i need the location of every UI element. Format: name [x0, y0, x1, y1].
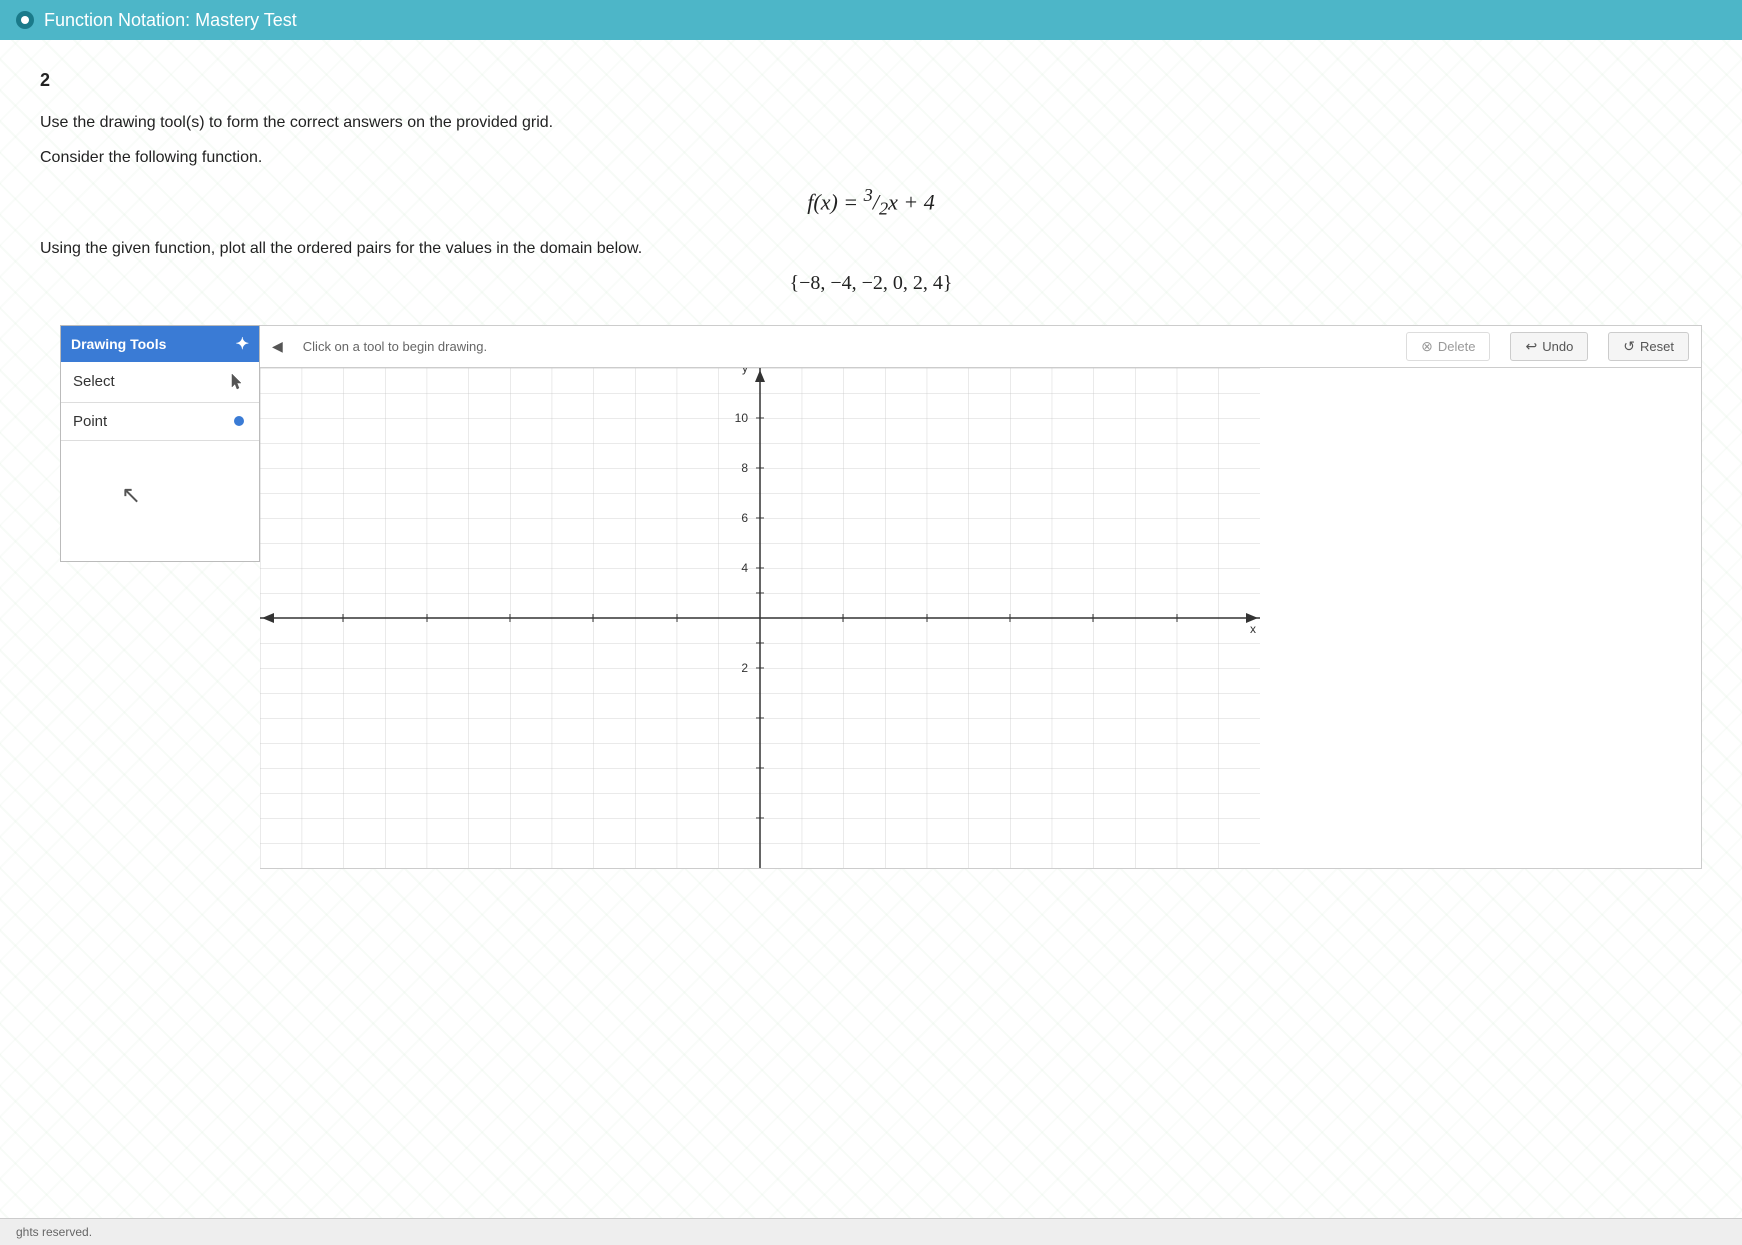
- drawing-tools-header: Drawing Tools ✦: [61, 326, 259, 362]
- svg-text:4: 4: [741, 561, 748, 575]
- undo-button[interactable]: ↩ Undo: [1510, 332, 1588, 361]
- delete-icon: ⊗: [1421, 338, 1433, 355]
- main-content: 2 Use the drawing tool(s) to form the co…: [0, 40, 1742, 1240]
- question-number: 2: [40, 70, 1702, 91]
- select-tool-icon: [227, 372, 247, 392]
- svg-text:8: 8: [741, 461, 748, 475]
- using-text: Using the given function, plot all the o…: [40, 240, 1702, 258]
- toolbar-hint: Click on a tool to begin drawing.: [303, 339, 1386, 354]
- reset-icon: ↺: [1623, 338, 1635, 355]
- formula-display: f(x) = 3/2x + 4: [40, 185, 1702, 220]
- drawing-tools-label: Drawing Tools: [71, 336, 166, 352]
- svg-text:x: x: [1250, 622, 1256, 636]
- grid-section: ◀ Click on a tool to begin drawing. ⊗ De…: [260, 325, 1702, 869]
- point-tool-label: Point: [73, 413, 107, 430]
- drawing-tools-panel: Drawing Tools ✦ Select Point: [60, 325, 260, 562]
- top-bar: Function Notation: Mastery Test: [0, 0, 1742, 40]
- grid-toolbar: ◀ Click on a tool to begin drawing. ⊗ De…: [260, 325, 1702, 367]
- delete-button[interactable]: ⊗ Delete: [1406, 332, 1490, 361]
- cursor-area: ↖: [61, 441, 259, 561]
- svg-text:y: y: [742, 368, 748, 375]
- undo-icon: ↩: [1525, 338, 1537, 355]
- select-tool-label: Select: [73, 373, 115, 390]
- app-icon: [16, 11, 34, 29]
- delete-label: Delete: [1438, 339, 1476, 354]
- footer: ghts reserved.: [0, 1218, 1742, 1245]
- domain-display: {−8, −4, −2, 0, 2, 4}: [40, 272, 1702, 295]
- svg-text:10: 10: [735, 411, 749, 425]
- point-tool-icon: [231, 413, 247, 429]
- pin-icon: ✦: [236, 334, 249, 354]
- graph-canvas[interactable]: y 10 8 6 4 2: [260, 367, 1702, 869]
- svg-text:2: 2: [741, 661, 748, 675]
- reset-button[interactable]: ↺ Reset: [1608, 332, 1689, 361]
- select-tool[interactable]: Select: [61, 362, 259, 403]
- svg-text:6: 6: [741, 511, 748, 525]
- graph-svg: y 10 8 6 4 2: [260, 368, 1260, 868]
- cursor-icon: ↖: [121, 481, 141, 510]
- point-tool[interactable]: Point: [61, 403, 259, 441]
- collapse-arrow[interactable]: ◀: [272, 338, 283, 355]
- instruction-text: Use the drawing tool(s) to form the corr…: [40, 111, 1702, 135]
- page-title: Function Notation: Mastery Test: [44, 10, 297, 31]
- footer-text: ghts reserved.: [16, 1225, 92, 1239]
- reset-label: Reset: [1640, 339, 1674, 354]
- undo-label: Undo: [1542, 339, 1573, 354]
- drawing-area: Drawing Tools ✦ Select Point: [60, 325, 1702, 869]
- consider-text: Consider the following function.: [40, 149, 1702, 167]
